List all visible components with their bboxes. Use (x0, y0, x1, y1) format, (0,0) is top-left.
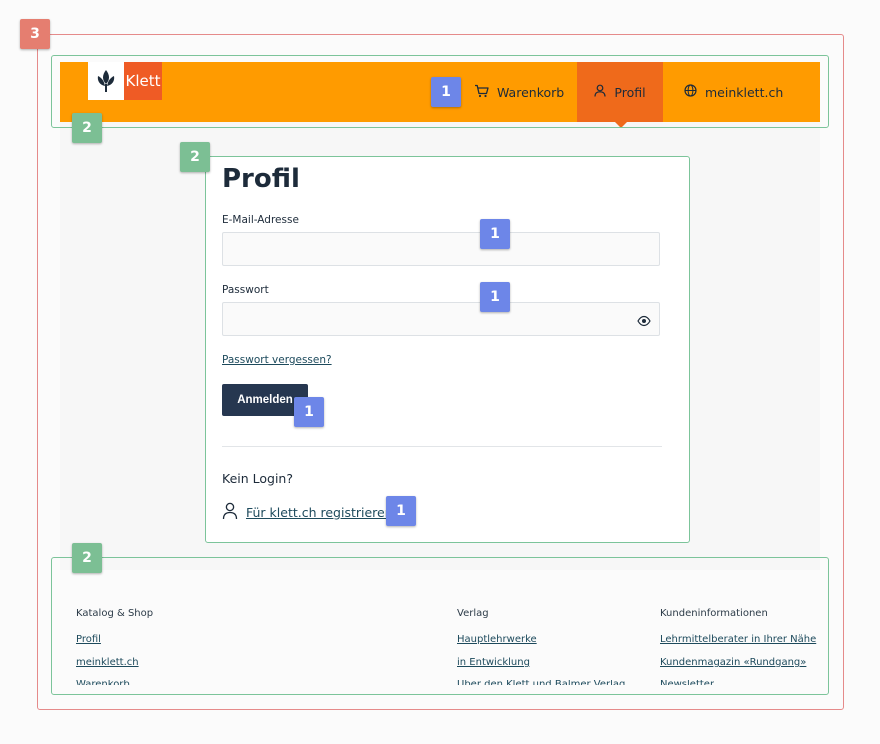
annotation-frame-footer (51, 557, 829, 695)
annotation-badge: 1 (431, 77, 461, 107)
annotation-badge: 2 (180, 142, 210, 172)
annotation-badge: 2 (72, 113, 102, 143)
annotation-badge: 2 (72, 543, 102, 573)
annotation-badge: 1 (480, 282, 510, 312)
annotation-badge: 1 (294, 397, 324, 427)
annotation-badge: 1 (386, 496, 416, 526)
annotation-badge: 1 (480, 219, 510, 249)
annotation-badge: 3 (20, 19, 50, 49)
